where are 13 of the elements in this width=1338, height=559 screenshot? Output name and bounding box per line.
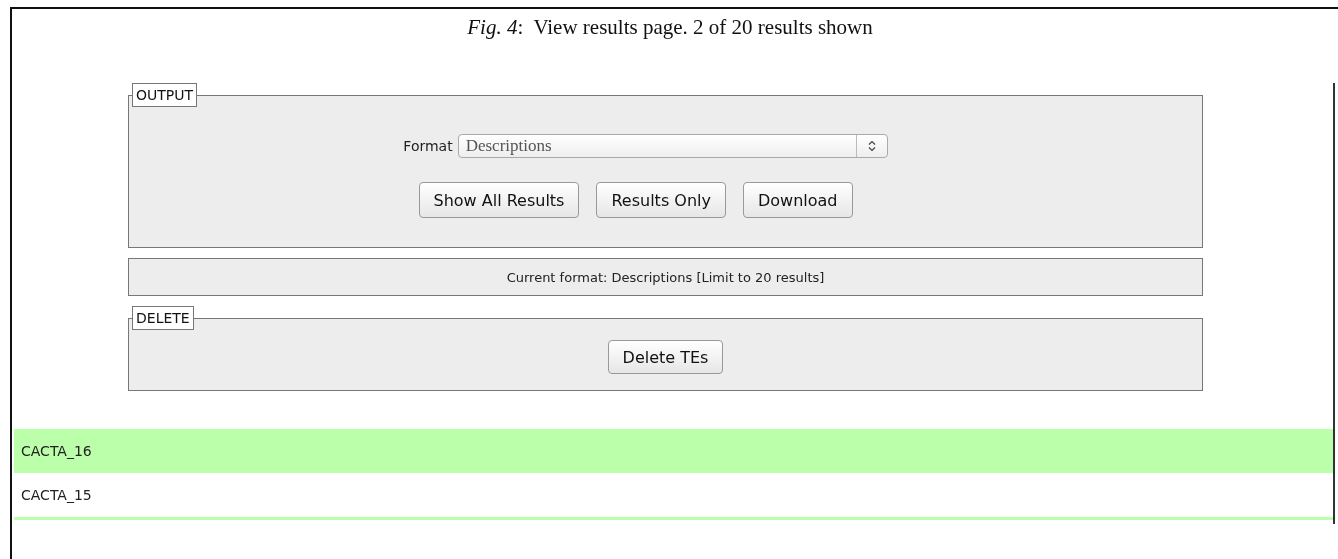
format-label: Format (403, 138, 453, 154)
result-row[interactable]: CACTA_16 (14, 429, 1333, 473)
action-button[interactable]: Show All Results (418, 182, 580, 218)
panel-legend: DELETE (132, 306, 194, 330)
figure-caption: Fig. 4: View results page. 2 of 20 results shown (466, 14, 874, 40)
updown-icon (867, 140, 876, 152)
status-bar: Current format: Descriptions [Limit to 20 results] (128, 258, 1203, 296)
result-row[interactable]: CACTA_15 (14, 473, 1333, 517)
action-button[interactable]: Download (742, 182, 853, 218)
panel-legend: OUTPUT (132, 83, 198, 107)
delete-button[interactable]: Delete TEs (607, 340, 724, 374)
action-button[interactable]: Results Only (596, 182, 726, 218)
format-dropdown[interactable]: Descriptions (457, 134, 888, 158)
